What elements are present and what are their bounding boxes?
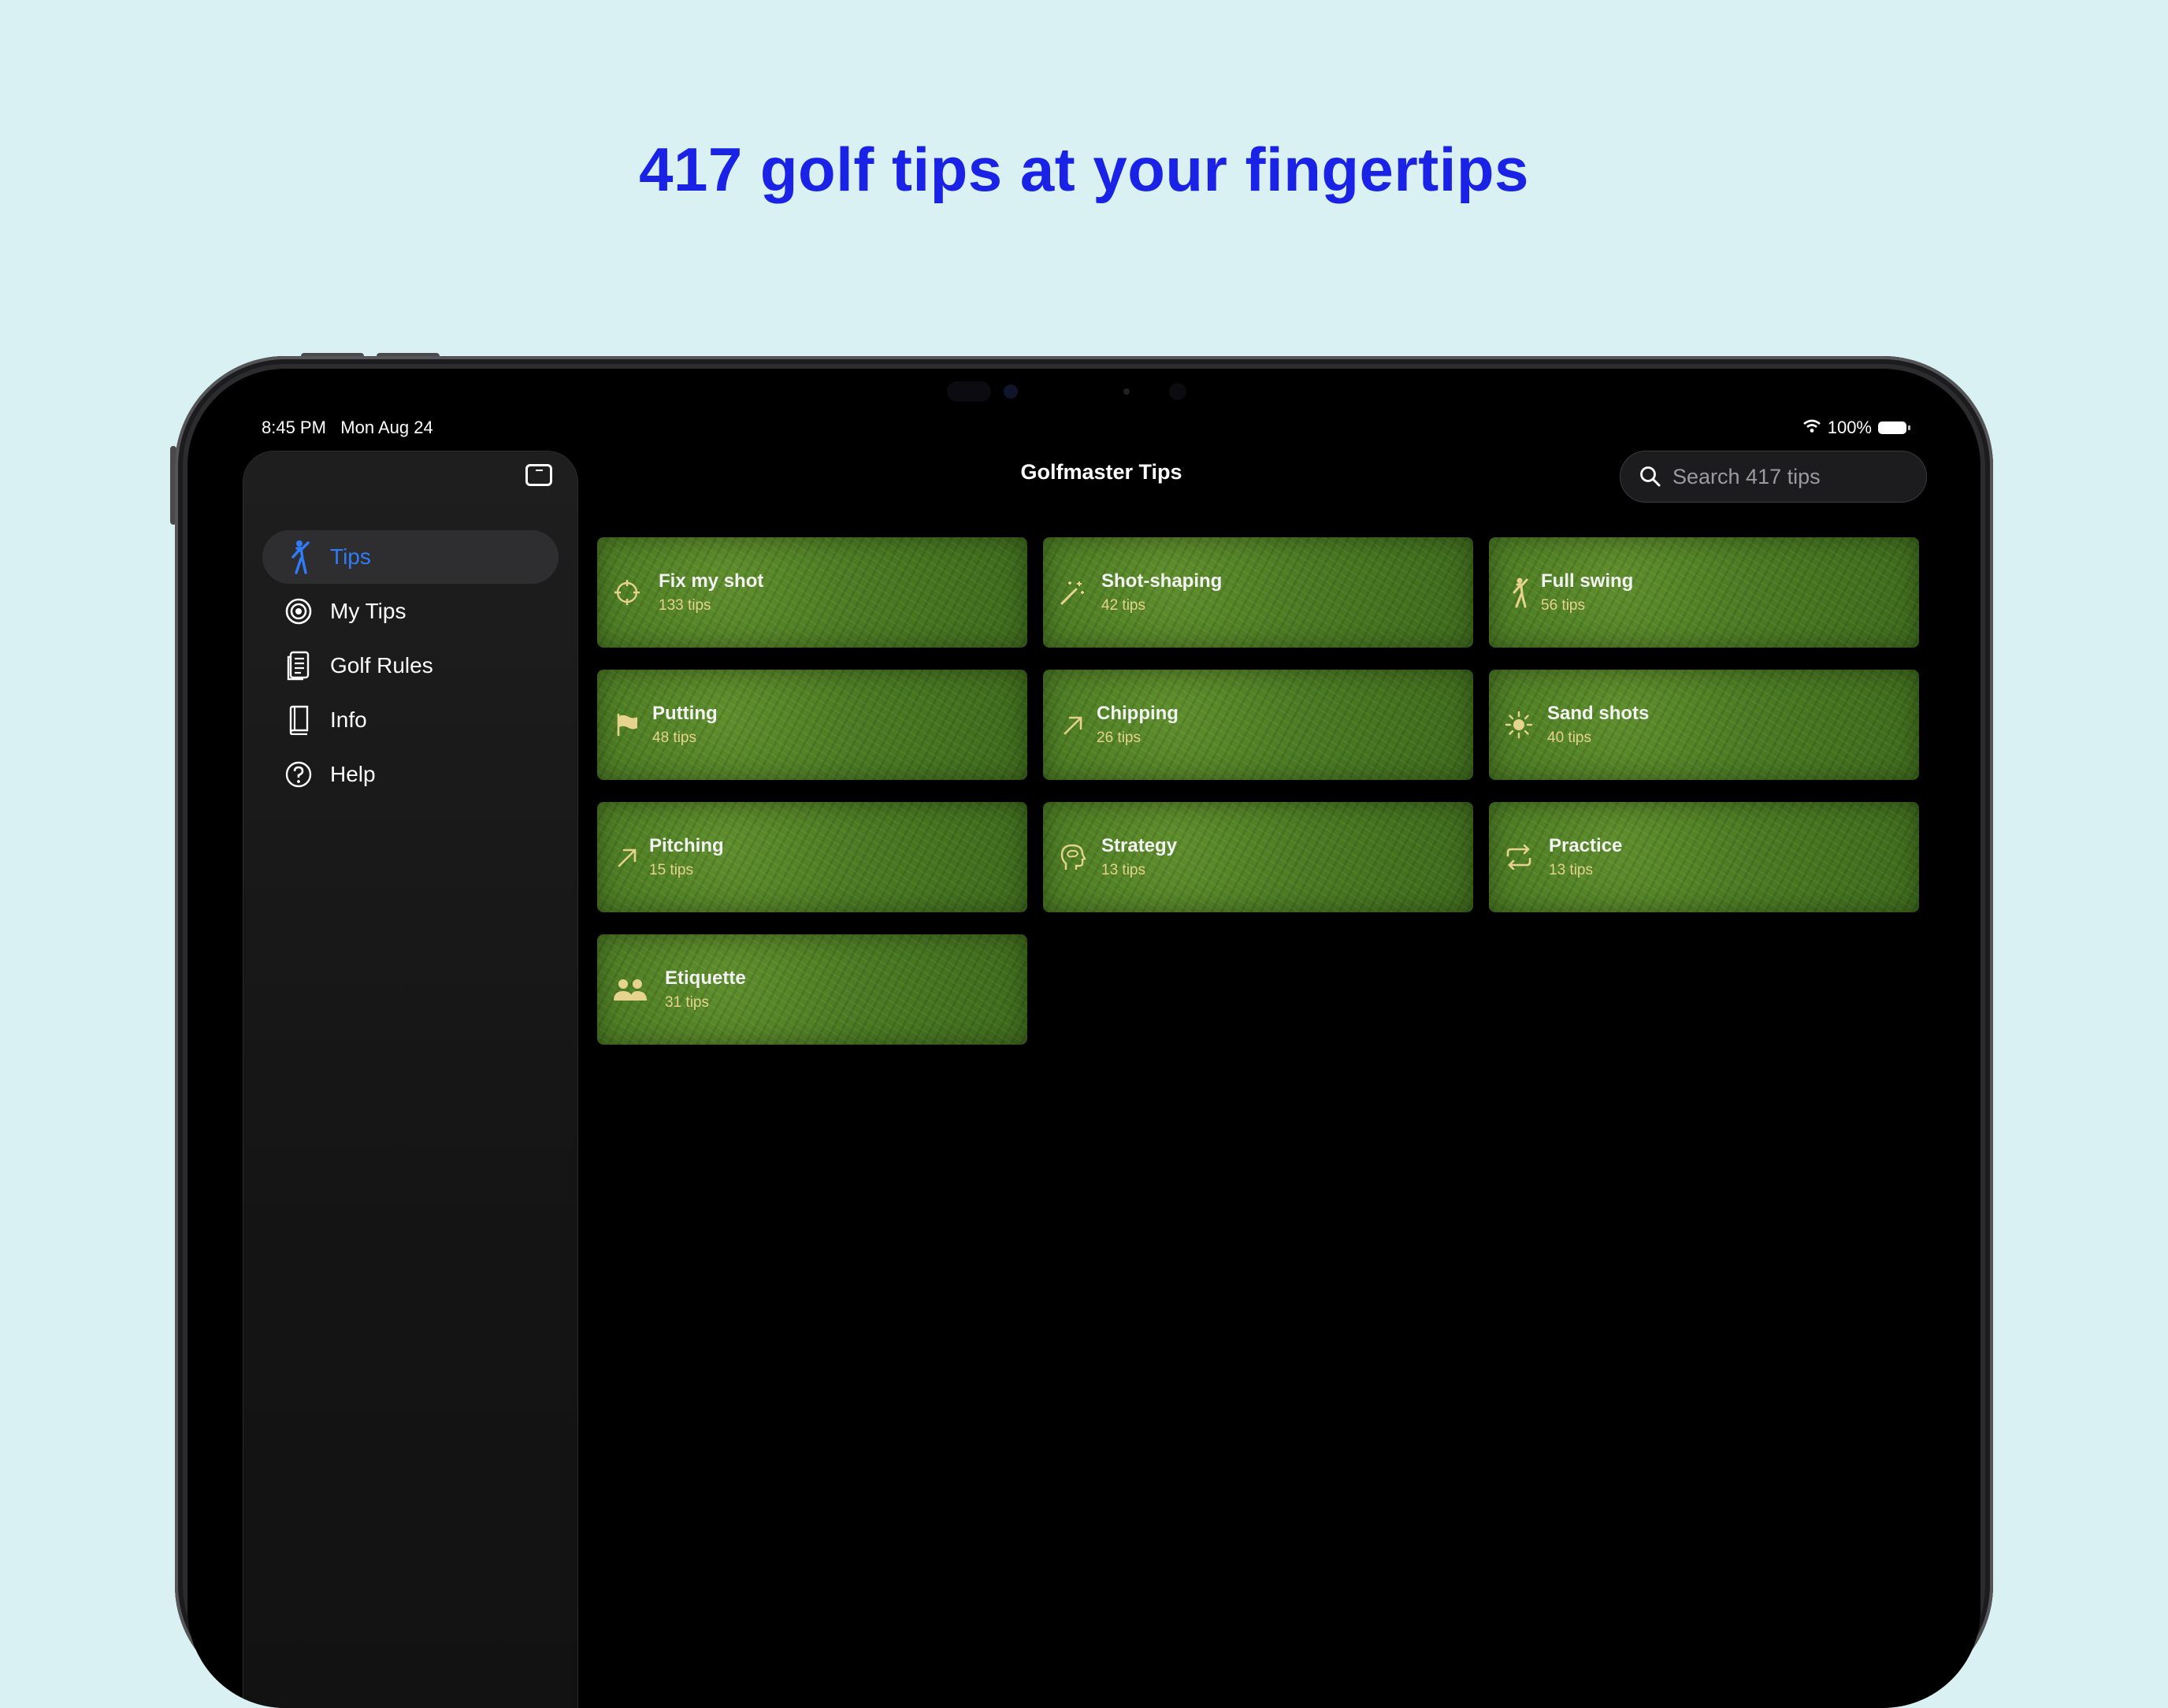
category-card-chipping[interactable]: Chipping 26 tips [1043,670,1473,780]
category-card-shot-shaping[interactable]: Shot-shaping 42 tips [1043,537,1473,648]
category-count: 26 tips [1097,730,1141,746]
category-title: Fix my shot [659,570,764,592]
category-card-pitching[interactable]: Pitching 15 tips [597,802,1027,912]
category-title: Shot-shaping [1101,570,1223,592]
category-count: 40 tips [1547,730,1591,746]
category-count: 56 tips [1541,597,1585,614]
arrow-up-right-icon [1057,709,1089,741]
wifi-icon [1802,418,1821,438]
category-title: Strategy [1101,835,1178,856]
category-count: 48 tips [652,730,696,746]
category-title: Full swing [1541,570,1634,592]
document-icon [284,651,313,681]
status-indicators: 100% [1802,418,1910,438]
category-title: Pitching [649,835,724,856]
sidebar-nav: Tips My Tips Golf Rules Info Help [262,530,559,802]
category-count: 133 tips [659,597,711,614]
arrow-up-right-icon [611,841,643,873]
sidebar-item-help[interactable]: Help [262,748,559,801]
category-count: 31 tips [665,994,709,1011]
battery-icon [1878,421,1910,434]
category-title: Etiquette [665,967,746,989]
golfer-icon [284,540,313,574]
category-title: Practice [1549,835,1623,856]
sidebar-item-my-tips[interactable]: My Tips [262,585,559,638]
category-count: 13 tips [1549,862,1593,878]
category-card-sand-shots[interactable]: Sand shots 40 tips [1489,670,1919,780]
target-icon [284,597,313,626]
category-card-practice[interactable]: Practice 13 tips [1489,802,1919,912]
book-icon [284,705,313,735]
category-card-fix-my-shot[interactable]: Fix my shot 133 tips [597,537,1027,648]
search-placeholder: Search 417 tips [1672,464,1821,488]
headline: 417 golf tips at your fingertips [639,135,1529,204]
golfer-icon [1503,577,1535,608]
sidebar-item-label: Golf Rules [330,653,433,678]
sidebar-item-golf-rules[interactable]: Golf Rules [262,639,559,692]
page-title: Golfmaster Tips [1020,460,1182,484]
status-time: 8:45 PM [262,418,326,437]
category-card-strategy[interactable]: Strategy 13 tips [1043,802,1473,912]
search-field[interactable]: Search 417 tips [1620,451,1927,503]
sidebar-item-info[interactable]: Info [262,693,559,747]
battery-percentage: 100% [1827,418,1872,437]
crosshair-icon [611,577,643,608]
sidebar-item-label: Info [330,707,367,732]
sidebar-item-tips[interactable]: Tips [262,530,559,584]
category-count: 13 tips [1101,862,1145,878]
status-time-date: 8:45 PM Mon Aug 24 [262,418,433,438]
question-icon [284,760,313,789]
category-card-full-swing[interactable]: Full swing 56 tips [1489,537,1919,648]
people-icon [611,974,649,1005]
magic-wand-icon [1057,577,1089,608]
category-card-putting[interactable]: Putting 48 tips [597,670,1027,780]
sidebar-item-label: My Tips [330,599,406,623]
category-title: Chipping [1097,703,1179,724]
sidebar: Tips My Tips Golf Rules Info Help [243,451,578,1708]
sun-icon [1503,709,1535,741]
category-title: Putting [652,703,718,724]
sidebar-item-label: Help [330,762,376,786]
category-count: 42 tips [1101,597,1145,614]
status-date: Mon Aug 24 [340,418,433,437]
search-icon [1640,466,1661,487]
sidebar-item-label: Tips [330,544,371,569]
repeat-icon [1503,841,1535,873]
category-title: Sand shots [1547,703,1650,724]
brain-head-icon [1057,841,1089,873]
screen: 8:45 PM Mon Aug 24 100% Tips My Tips Gol… [187,369,1981,1708]
category-count: 15 tips [649,862,693,878]
sidebar-toggle-icon[interactable] [525,464,552,486]
category-card-etiquette[interactable]: Etiquette 31 tips [597,934,1027,1045]
flag-icon [611,709,643,741]
camera-housing [947,380,1238,403]
